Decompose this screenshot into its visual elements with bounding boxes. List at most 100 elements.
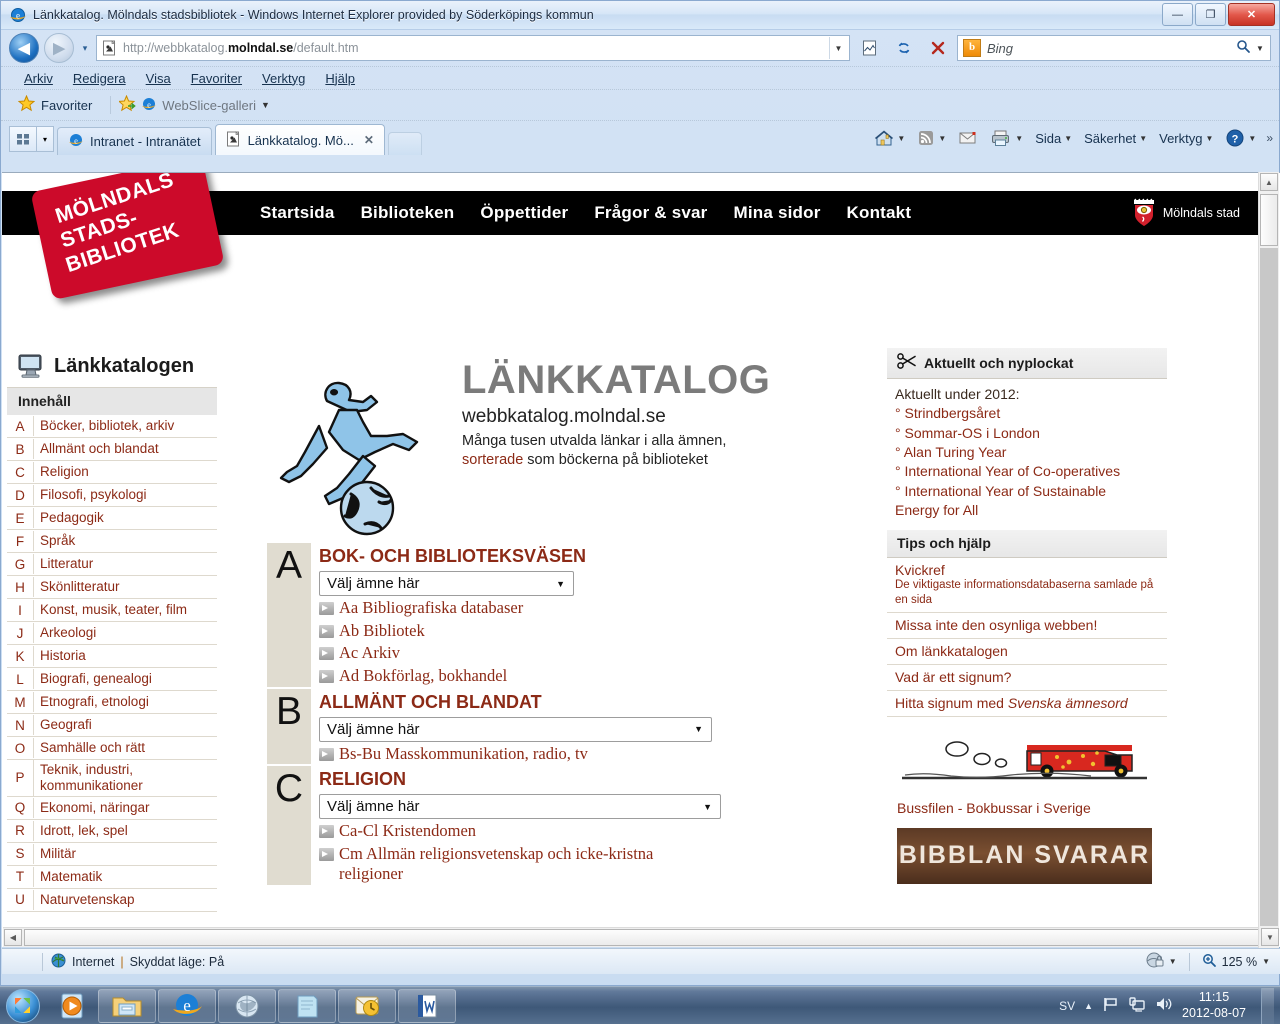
list-item[interactable]: Ab Bibliotek (319, 619, 877, 642)
list-item[interactable]: K Historia (7, 645, 217, 668)
taskbar-word[interactable] (398, 988, 456, 1023)
category-label[interactable]: Geografi (33, 715, 217, 735)
close-icon[interactable]: ✕ (364, 133, 374, 147)
category-label[interactable]: Naturvetenskap (33, 889, 217, 910)
compatibility-view-icon[interactable] (855, 34, 884, 62)
toolbar-overflow-icon[interactable]: » (1263, 131, 1273, 145)
chevron-down-icon[interactable]: ▼ (1205, 134, 1213, 143)
horizontal-scroll-thumb[interactable] (24, 929, 1259, 946)
chevron-down-icon[interactable]: ▼ (1248, 134, 1256, 143)
category-label[interactable]: Konst, musik, teater, film (33, 600, 217, 620)
list-item[interactable]: P Teknik, industri, kommunikationer (7, 760, 217, 797)
library-logo[interactable]: MÖLNDALS STADS- BIBLIOTEK (30, 173, 225, 300)
chevron-down-icon[interactable]: ▼ (1064, 134, 1072, 143)
vertical-scroll-track[interactable] (1260, 248, 1278, 926)
privacy-icon[interactable] (1145, 951, 1165, 972)
maximize-button[interactable]: ❐ (1195, 3, 1226, 26)
zoom-control[interactable]: 125 % ▼ (1202, 953, 1270, 971)
network-icon[interactable] (1128, 996, 1146, 1015)
list-item[interactable]: A Böcker, bibliotek, arkiv (7, 415, 217, 438)
menu-favoriter[interactable]: Favoriter (181, 69, 252, 88)
tips-item-om-lankkatalogen[interactable]: Om länkkatalogen (887, 639, 1167, 665)
list-item[interactable]: Cm Allmän religionsvetenskap och icke-kr… (319, 842, 709, 885)
chevron-down-icon[interactable]: ▼ (261, 100, 270, 110)
taskbar-globe-app[interactable] (218, 988, 276, 1023)
tab-lankkatalog[interactable]: Länkkatalog. Mö... ✕ (214, 124, 385, 155)
show-hidden-icons-button[interactable]: ▲ (1084, 1001, 1093, 1011)
chevron-down-icon[interactable]: ▼ (1262, 957, 1270, 966)
horizontal-scrollbar[interactable]: ◀ (3, 927, 1261, 947)
category-label[interactable]: Ekonomi, näringar (33, 797, 217, 818)
list-item[interactable]: D Filosofi, psykologi (7, 484, 217, 507)
subject-select-a[interactable]: Välj ämne här ▼ (319, 571, 574, 596)
search-dropdown-icon[interactable]: ▼ (1253, 44, 1267, 53)
tips-item-kvickref[interactable]: Kvickref De viktigaste informationsdatab… (887, 558, 1167, 613)
taskbar-notepad[interactable] (278, 988, 336, 1023)
chevron-down-icon[interactable]: ▼ (1169, 957, 1177, 966)
close-button[interactable]: ✕ (1228, 3, 1275, 26)
minimize-button[interactable]: — (1162, 3, 1193, 26)
tips-item-hitta-signum[interactable]: Hitta signum med Svenska ämnesord (887, 691, 1167, 717)
news-item[interactable]: ° Alan Turing Year (895, 443, 1167, 462)
taskbar-explorer[interactable] (98, 988, 156, 1023)
category-label[interactable]: Skönlitteratur (33, 577, 217, 597)
bookbus-block[interactable]: Bussfilen - Bokbussar i Sverige (887, 727, 1167, 816)
list-item[interactable]: H Skönlitteratur (7, 576, 217, 599)
list-item[interactable]: F Språk (7, 530, 217, 553)
address-dropdown-icon[interactable]: ▼ (829, 37, 847, 59)
section-link[interactable]: Cm Allmän religionsvetenskap och icke-kr… (339, 844, 709, 885)
section-link[interactable]: Aa Bibliografiska databaser (339, 598, 523, 619)
clock[interactable]: 11:15 2012-08-07 (1182, 990, 1252, 1021)
volume-icon[interactable] (1155, 996, 1173, 1015)
security-zone[interactable]: Internet | Skyddat läge: På (51, 953, 224, 971)
list-item[interactable]: G Litteratur (7, 553, 217, 576)
section-link[interactable]: Ab Bibliotek (339, 621, 425, 642)
list-item[interactable]: Ca-Cl Kristendomen (319, 819, 877, 842)
menu-hjalp[interactable]: Hjälp (315, 69, 365, 88)
chevron-down-icon[interactable]: ▼ (1139, 134, 1147, 143)
list-item[interactable]: T Matematik (7, 866, 217, 889)
history-dropdown-icon[interactable]: ▾ (79, 43, 91, 54)
list-item[interactable]: Ac Arkiv (319, 641, 877, 664)
menu-arkiv[interactable]: Arkiv (14, 69, 63, 88)
webslice-gallery-button[interactable]: e WebSlice-galleri ▼ (118, 94, 270, 115)
category-label[interactable]: Böcker, bibliotek, arkiv (33, 416, 217, 436)
nav-mina-sidor[interactable]: Mina sidor (734, 203, 821, 223)
tab-list-dropdown[interactable]: ▾ (36, 126, 54, 152)
vertical-scroll-thumb[interactable] (1260, 194, 1278, 246)
subject-select-b[interactable]: Välj ämne här ▼ (319, 716, 712, 742)
nav-fragor-svar[interactable]: Frågor & svar (594, 203, 707, 223)
help-button[interactable]: ? ▼ (1220, 125, 1261, 151)
search-icon[interactable] (1233, 39, 1253, 57)
bookbus-caption[interactable]: Bussfilen - Bokbussar i Sverige (897, 796, 1167, 816)
list-item[interactable]: L Biografi, genealogi (7, 668, 217, 691)
tools-menu-button[interactable]: Verktyg ▼ (1154, 128, 1218, 149)
chevron-down-icon[interactable]: ▼ (703, 802, 716, 812)
section-link[interactable]: Bs-Bu Masskommunikation, radio, tv (339, 744, 588, 765)
address-input[interactable]: http://webbkatalog.molndal.se/default.ht… (96, 35, 850, 61)
list-item[interactable]: N Geografi (7, 714, 217, 737)
category-label[interactable]: Etnografi, etnologi (33, 692, 217, 712)
nav-kontakt[interactable]: Kontakt (847, 203, 912, 223)
nav-startsida[interactable]: Startsida (260, 203, 335, 223)
news-item[interactable]: ° Sommar-OS i London (895, 424, 1167, 443)
news-item[interactable]: ° International Year of Sustainable (895, 482, 1167, 501)
list-item[interactable]: E Pedagogik (7, 507, 217, 530)
subject-select-c[interactable]: Välj ämne här ▼ (319, 794, 721, 820)
language-indicator[interactable]: SV (1059, 999, 1075, 1013)
print-button[interactable]: ▼ (985, 126, 1028, 150)
category-label[interactable]: Idrott, lek, spel (33, 820, 217, 841)
category-label[interactable]: Litteratur (33, 554, 217, 574)
flag-icon[interactable] (1102, 996, 1119, 1015)
chevron-down-icon[interactable]: ▼ (694, 724, 707, 734)
tips-item-vad-ar-signum[interactable]: Vad är ett signum? (887, 665, 1167, 691)
menu-verktyg[interactable]: Verktyg (252, 69, 315, 88)
menu-visa[interactable]: Visa (136, 69, 181, 88)
list-item[interactable]: Bs-Bu Masskommunikation, radio, tv (319, 742, 877, 765)
category-label[interactable]: Historia (33, 646, 217, 666)
list-item[interactable]: Q Ekonomi, näringar (7, 797, 217, 820)
scroll-down-button[interactable]: ▼ (1261, 928, 1279, 946)
list-item[interactable]: M Etnografi, etnologi (7, 691, 217, 714)
scroll-up-button[interactable]: ▲ (1260, 173, 1278, 191)
section-link[interactable]: Ca-Cl Kristendomen (339, 821, 476, 842)
